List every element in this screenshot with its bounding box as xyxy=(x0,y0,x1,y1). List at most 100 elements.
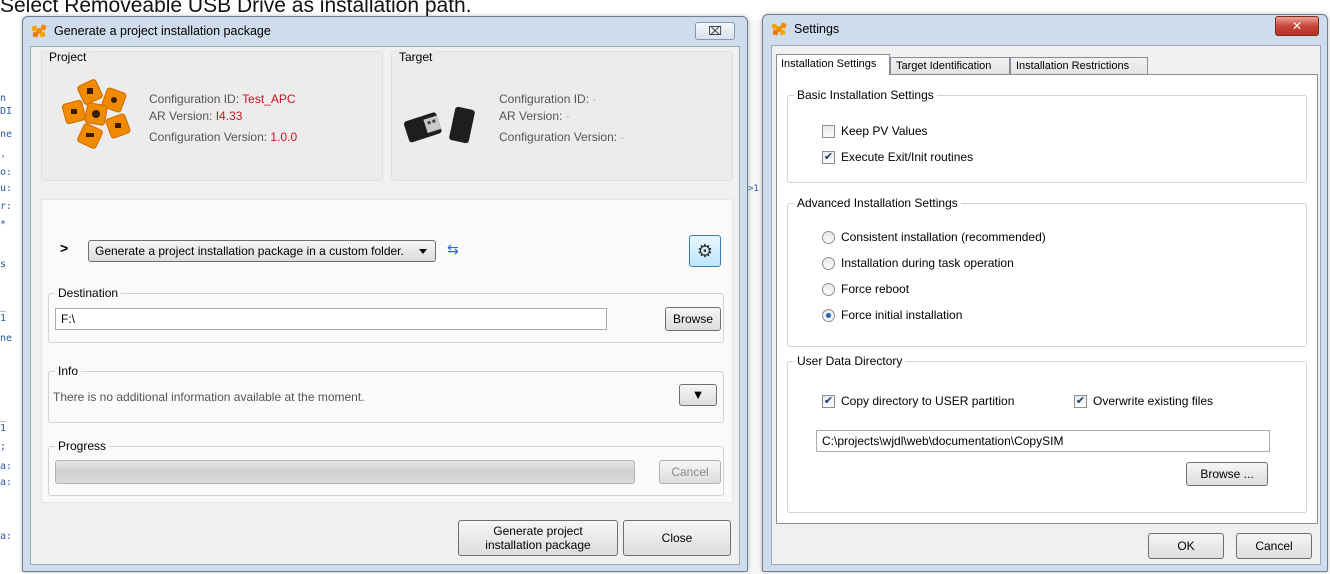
advanced-settings-legend: Advanced Installation Settings xyxy=(794,196,961,210)
project-config-id-label: Configuration ID: xyxy=(149,92,240,106)
code-fragment: ' xyxy=(0,154,7,165)
keep-pv-checkbox[interactable]: Keep PV Values xyxy=(822,124,928,138)
close-icon: ✕ xyxy=(1291,19,1303,33)
code-fragment: n xyxy=(0,93,7,104)
settings-window-titlebar[interactable]: Settings xyxy=(763,15,1327,43)
target-config-id-value: - xyxy=(592,92,597,106)
force-initial-installation-radio[interactable]: Force initial installation xyxy=(822,308,962,322)
copy-directory-checkbox[interactable]: ✔ Copy directory to USER partition xyxy=(822,394,1014,408)
code-fragment: a: xyxy=(0,531,13,542)
user-data-browse-label: Browse ... xyxy=(1200,467,1254,481)
checkmark-icon: ✔ xyxy=(822,394,835,408)
project-ar-version-label: AR Version: xyxy=(149,109,213,123)
info-legend: Info xyxy=(55,364,82,378)
generate-package-window: Generate a project installation package … xyxy=(22,16,748,572)
user-data-browse-button[interactable]: Browse ... xyxy=(1186,462,1268,486)
target-ar-version-label: AR Version: xyxy=(499,109,563,123)
generate-package-label: Generate project installation package xyxy=(485,524,591,552)
checkmark-icon: ✔ xyxy=(1074,394,1087,408)
checkbox-label: Copy directory to USER partition xyxy=(841,394,1015,408)
code-fragment: >1 xyxy=(748,184,759,194)
tab-label: Target Identification xyxy=(896,60,992,72)
progress-bar xyxy=(55,460,635,484)
usb-drive-icon xyxy=(403,106,475,144)
code-fragment: ne xyxy=(0,333,13,344)
checkbox-label: Execute Exit/Init routines xyxy=(841,150,974,164)
code-fragment: s xyxy=(0,259,7,270)
installation-during-task-radio[interactable]: Installation during task operation xyxy=(822,256,1014,270)
close-icon: ⌧ xyxy=(708,24,722,38)
cancel-button[interactable]: Cancel xyxy=(1236,533,1312,559)
progress-group: Progress Cancel xyxy=(48,439,724,496)
checkbox-box xyxy=(822,124,835,138)
code-fragment: DI xyxy=(0,106,13,117)
destination-value: F:\ xyxy=(61,312,75,326)
target-config-id-label: Configuration ID: xyxy=(499,92,590,106)
app-logo-icon xyxy=(31,24,47,38)
radio-dot xyxy=(822,256,835,270)
tab-installation-settings[interactable]: Installation Settings xyxy=(776,54,890,75)
radio-dot xyxy=(822,282,835,296)
destination-field[interactable]: F:\ xyxy=(55,308,607,330)
code-fragment: u: xyxy=(0,183,13,194)
code-fragment: o: xyxy=(0,167,13,178)
force-reboot-radio[interactable]: Force reboot xyxy=(822,282,909,296)
info-group: Info There is no additional information … xyxy=(48,364,724,423)
info-text: There is no additional information avail… xyxy=(53,390,365,404)
overwrite-files-checkbox[interactable]: ✔ Overwrite existing files xyxy=(1074,394,1213,408)
radio-dot xyxy=(822,308,835,322)
mode-select-value: Generate a project installation package … xyxy=(95,244,404,258)
checkbox-label: Keep PV Values xyxy=(841,124,928,138)
project-ar-version-row: AR Version: I4.33 xyxy=(149,109,242,123)
browse-button-label: Browse xyxy=(672,312,713,326)
tab-installation-restrictions[interactable]: Installation Restrictions xyxy=(1010,57,1148,75)
target-config-version-label: Configuration Version: xyxy=(499,130,618,144)
execute-exit-init-checkbox[interactable]: ✔ Execute Exit/Init routines xyxy=(822,150,973,164)
target-config-version-row: Configuration Version: - xyxy=(499,130,624,144)
background-code-strip: n DI ne ' o: u: r: * s _ 1 ne _ 1 ; a: a… xyxy=(0,60,22,560)
user-data-directory-group: User Data Directory ✔ Copy directory to … xyxy=(787,354,1307,513)
close-button[interactable]: Close xyxy=(623,520,731,556)
target-config-version-value: - xyxy=(620,130,625,144)
radio-label: Force reboot xyxy=(841,282,910,296)
consistent-installation-radio[interactable]: Consistent installation (recommended) xyxy=(822,230,1046,244)
project-config-version-value: 1.0.0 xyxy=(270,130,298,144)
info-toggle-button[interactable]: ▼ xyxy=(679,384,717,406)
code-fragment: a: xyxy=(0,477,13,488)
basic-settings-group: Basic Installation Settings Keep PV Valu… xyxy=(787,88,1307,183)
settings-window-client: Installation Settings Target Identificat… xyxy=(771,45,1321,565)
ok-button-label: OK xyxy=(1177,539,1195,553)
project-panel: Project Configuration ID: Test_APC AR Ve… xyxy=(41,50,383,181)
radio-selected-dot xyxy=(826,312,831,318)
generate-window-titlebar[interactable]: Generate a project installation package xyxy=(23,17,747,45)
user-data-directory-legend: User Data Directory xyxy=(794,354,906,368)
close-window-button[interactable]: ⌧ xyxy=(695,22,735,40)
settings-button[interactable]: ⚙ xyxy=(689,235,721,267)
destination-group: Destination F:\ Browse xyxy=(48,286,724,343)
code-fragment: 1 xyxy=(0,423,7,434)
project-config-id-value: Test_APC xyxy=(242,92,296,106)
tab-target-identification[interactable]: Target Identification xyxy=(890,57,1010,75)
project-legend: Project xyxy=(46,50,90,64)
refresh-icon[interactable]: ⇆ xyxy=(447,241,459,258)
generate-window-client: Project Configuration ID: Test_APC AR Ve… xyxy=(30,46,740,565)
cancel-progress-button[interactable]: Cancel xyxy=(659,460,721,484)
generate-package-button[interactable]: Generate project installation package xyxy=(458,520,618,556)
background-gap: >1 xyxy=(748,20,762,574)
expand-chevron-icon[interactable]: > xyxy=(60,240,68,256)
cancel-button-label: Cancel xyxy=(1255,539,1293,553)
radio-dot xyxy=(822,230,835,244)
close-window-button[interactable]: ✕ xyxy=(1275,16,1319,36)
code-fragment: a: xyxy=(0,461,13,472)
user-data-path-value: C:\projects\wjdl\web\documentation\CopyS… xyxy=(822,434,1064,448)
gear-icon: ⚙ xyxy=(696,241,714,261)
advanced-settings-group: Advanced Installation Settings Consisten… xyxy=(787,196,1307,347)
ok-button[interactable]: OK xyxy=(1148,533,1224,559)
user-data-path-field[interactable]: C:\projects\wjdl\web\documentation\CopyS… xyxy=(816,430,1270,452)
checkbox-label: Overwrite existing files xyxy=(1093,394,1214,408)
browse-button[interactable]: Browse xyxy=(665,307,721,331)
mode-select[interactable]: Generate a project installation package … xyxy=(88,240,436,262)
radio-label: Installation during task operation xyxy=(841,256,1014,270)
radio-label: Force initial installation xyxy=(841,308,963,322)
target-ar-version-value: - xyxy=(565,109,570,123)
